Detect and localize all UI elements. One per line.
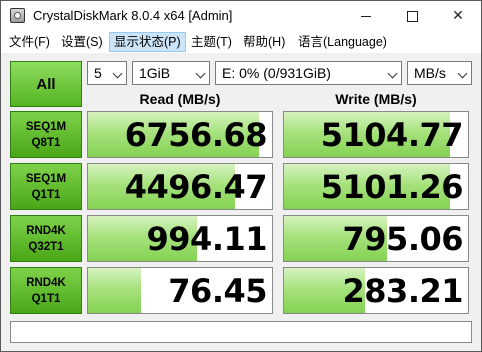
- minimize-icon: [361, 15, 371, 17]
- test-count-value: 5: [94, 65, 102, 81]
- read-result-value: 6756.68: [124, 116, 268, 154]
- write-result-value: 5104.77: [320, 116, 464, 154]
- write-result-value: 283.21: [342, 272, 464, 310]
- comment-field[interactable]: [10, 321, 472, 343]
- drive-select[interactable]: E: 0% (0/931GiB): [215, 61, 402, 85]
- read-progress-fill: [88, 268, 142, 313]
- unit-select[interactable]: MB/s: [407, 61, 472, 85]
- menu-display[interactable]: 显示状态(P): [109, 32, 186, 52]
- chevron-down-icon: [195, 68, 206, 79]
- test-label-line2: Q32T1: [28, 240, 64, 253]
- write-result-value: 795.06: [342, 220, 464, 258]
- menu-language[interactable]: 语言(Language): [294, 32, 391, 52]
- write-result-cell: 283.21: [283, 267, 469, 314]
- write-result-value: 5101.26: [320, 168, 464, 206]
- drive-value: E: 0% (0/931GiB): [222, 65, 331, 81]
- chevron-down-icon: [387, 68, 398, 79]
- close-icon: ✕: [452, 8, 464, 24]
- close-button[interactable]: ✕: [435, 1, 481, 31]
- chevron-down-icon: [457, 68, 468, 79]
- menu-theme[interactable]: 主题(T): [187, 32, 236, 52]
- write-result-cell: 5101.26: [283, 163, 469, 210]
- read-result-cell: 6756.68: [87, 111, 273, 158]
- test-button-seq1m-q1t1[interactable]: SEQ1M Q1T1: [10, 163, 82, 210]
- read-result-value: 994.11: [146, 220, 268, 258]
- menu-settings[interactable]: 设置(S): [57, 32, 107, 52]
- menu-bar: 文件(F) 设置(S) 显示状态(P) 主题(T) 帮助(H) 语言(Langu…: [1, 31, 481, 53]
- app-disk-icon: [10, 8, 25, 23]
- test-label-line2: Q1T1: [31, 188, 61, 201]
- test-label-line1: SEQ1M: [25, 172, 67, 185]
- test-label-line2: Q8T1: [31, 136, 61, 149]
- read-result-value: 4496.47: [124, 168, 268, 206]
- write-column-header: Write (MB/s): [335, 91, 417, 107]
- read-result-cell: 4496.47: [87, 163, 273, 210]
- test-label-line2: Q1T1: [31, 292, 61, 305]
- app-window: CrystalDiskMark 8.0.4 x64 [Admin] ✕ 文件(F…: [0, 0, 482, 352]
- read-result-cell: 76.45: [87, 267, 273, 314]
- menu-help[interactable]: 帮助(H): [239, 32, 289, 52]
- test-size-select[interactable]: 1GiB: [132, 61, 210, 85]
- write-result-cell: 5104.77: [283, 111, 469, 158]
- test-button-rnd4k-q1t1[interactable]: RND4K Q1T1: [10, 267, 82, 314]
- test-label-line1: RND4K: [26, 224, 66, 237]
- write-result-cell: 795.06: [283, 215, 469, 262]
- title-bar[interactable]: CrystalDiskMark 8.0.4 x64 [Admin] ✕: [1, 1, 481, 31]
- read-result-value: 76.45: [168, 272, 267, 310]
- main-panel: All 5 1GiB E: 0% (0/931GiB) MB/s Read (M…: [1, 53, 481, 351]
- read-result-cell: 994.11: [87, 215, 273, 262]
- read-column-header: Read (MB/s): [139, 91, 221, 107]
- window-title: CrystalDiskMark 8.0.4 x64 [Admin]: [33, 8, 233, 23]
- run-all-button[interactable]: All: [10, 61, 82, 107]
- maximize-button[interactable]: [389, 1, 435, 31]
- unit-value: MB/s: [414, 65, 446, 81]
- chevron-down-icon: [112, 68, 123, 79]
- minimize-button[interactable]: [343, 1, 389, 31]
- test-label-line1: SEQ1M: [25, 120, 67, 133]
- test-button-seq1m-q8t1[interactable]: SEQ1M Q8T1: [10, 111, 82, 158]
- test-count-select[interactable]: 5: [87, 61, 127, 85]
- test-button-rnd4k-q32t1[interactable]: RND4K Q32T1: [10, 215, 82, 262]
- menu-file[interactable]: 文件(F): [5, 32, 54, 52]
- test-size-value: 1GiB: [139, 65, 171, 81]
- maximize-icon: [406, 10, 418, 22]
- test-label-line1: RND4K: [26, 276, 66, 289]
